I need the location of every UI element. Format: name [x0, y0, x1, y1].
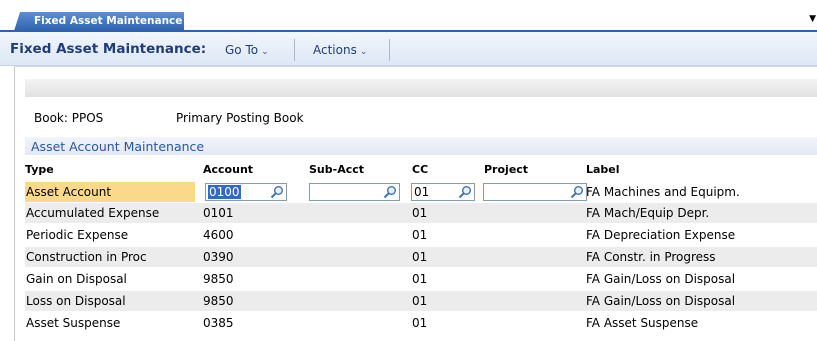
row-cc: 01 [412, 206, 428, 220]
row-cc: 01 [412, 228, 428, 242]
tab-strip: Fixed Asset Maintenance ▼ [0, 0, 817, 32]
column-header-subacct: Sub-Acct [309, 163, 365, 176]
row-account: 0101 [203, 206, 234, 220]
column-header-label: Label [586, 163, 620, 176]
table-row[interactable]: Gain on Disposal 9850 01 FA Gain/Loss on… [25, 269, 817, 289]
row-label: FA Mach/Equip Depr. [586, 206, 710, 220]
row-type: Periodic Expense [26, 228, 129, 242]
table-row: Asset Account 0100 01 FA Machines and Eq… [25, 182, 817, 202]
account-input[interactable]: 0100 [205, 183, 287, 201]
search-icon[interactable] [570, 185, 584, 199]
row-type-highlight: Asset Account [25, 182, 195, 202]
actions-menu-label: Actions [313, 43, 357, 57]
row-type: Loss on Disposal [26, 294, 126, 308]
chevron-down-icon: ⌄ [359, 47, 368, 57]
toolbar-separator [294, 39, 295, 61]
search-icon[interactable] [458, 185, 472, 199]
book-value: Primary Posting Book [176, 111, 304, 125]
table-row[interactable]: Asset Suspense 0385 01 FA Asset Suspense [25, 313, 817, 333]
row-label: FA Asset Suspense [586, 316, 699, 330]
column-header-project: Project [484, 163, 529, 176]
page-title: Fixed Asset Maintenance: [10, 41, 207, 57]
row-account: 9850 [203, 294, 234, 308]
column-header-type: Type [25, 163, 54, 176]
row-type: Gain on Disposal [26, 272, 127, 286]
row-type: Construction in Proc [26, 250, 147, 264]
search-icon[interactable] [270, 185, 284, 199]
toolbar: Fixed Asset Maintenance: Go To ⌄ Actions ⌄ [0, 32, 817, 66]
row-type: Accumulated Expense [26, 206, 160, 220]
row-type: Asset Account [26, 185, 112, 199]
table-row[interactable]: Loss on Disposal 9850 01 FA Gain/Loss on… [25, 291, 817, 311]
row-label: FA Depreciation Expense [586, 228, 736, 242]
toolbar-separator [389, 39, 390, 61]
row-cc: 01 [412, 294, 428, 308]
row-account: 0385 [203, 316, 234, 330]
chevron-down-icon: ⌄ [261, 47, 269, 57]
content-panel: Book: PPOS Primary Posting Book Asset Ac… [14, 66, 817, 341]
row-account: 0390 [203, 250, 234, 264]
row-label: FA Machines and Equipm. [586, 185, 740, 199]
cc-input[interactable]: 01 [411, 183, 475, 201]
column-header-account: Account [203, 163, 254, 176]
row-cc: 01 [412, 272, 428, 286]
goto-menu-label: Go To [225, 43, 259, 57]
book-label: Book: PPOS [34, 111, 104, 125]
cc-value: 01 [414, 185, 430, 199]
search-icon[interactable] [383, 185, 397, 199]
table-row[interactable]: Periodic Expense 4600 01 FA Depreciation… [25, 225, 817, 245]
row-cc: 01 [412, 316, 428, 330]
goto-menu[interactable]: Go To ⌄ [225, 43, 269, 57]
row-account: 9850 [203, 272, 234, 286]
tab-menu-arrow-icon[interactable]: ▼ [809, 14, 816, 24]
actions-menu[interactable]: Actions ⌄ [313, 43, 367, 57]
project-input[interactable] [483, 183, 587, 201]
table-row[interactable]: Accumulated Expense 0101 01 FA Mach/Equi… [25, 203, 817, 223]
row-label: FA Constr. in Progress [586, 250, 716, 264]
table-row[interactable]: Construction in Proc 0390 01 FA Constr. … [25, 247, 817, 267]
row-cc: 01 [412, 250, 428, 264]
header-bar [25, 79, 817, 97]
tab-fixed-asset-maintenance[interactable]: Fixed Asset Maintenance [14, 12, 184, 31]
account-value: 0100 [208, 185, 241, 199]
column-header-cc: CC [412, 163, 429, 176]
subacct-input[interactable] [309, 183, 400, 201]
section-header: Asset Account Maintenance [25, 137, 817, 155]
row-label: FA Gain/Loss on Disposal [586, 272, 736, 286]
row-label: FA Gain/Loss on Disposal [586, 294, 736, 308]
row-account: 4600 [203, 228, 234, 242]
row-type: Asset Suspense [26, 316, 121, 330]
